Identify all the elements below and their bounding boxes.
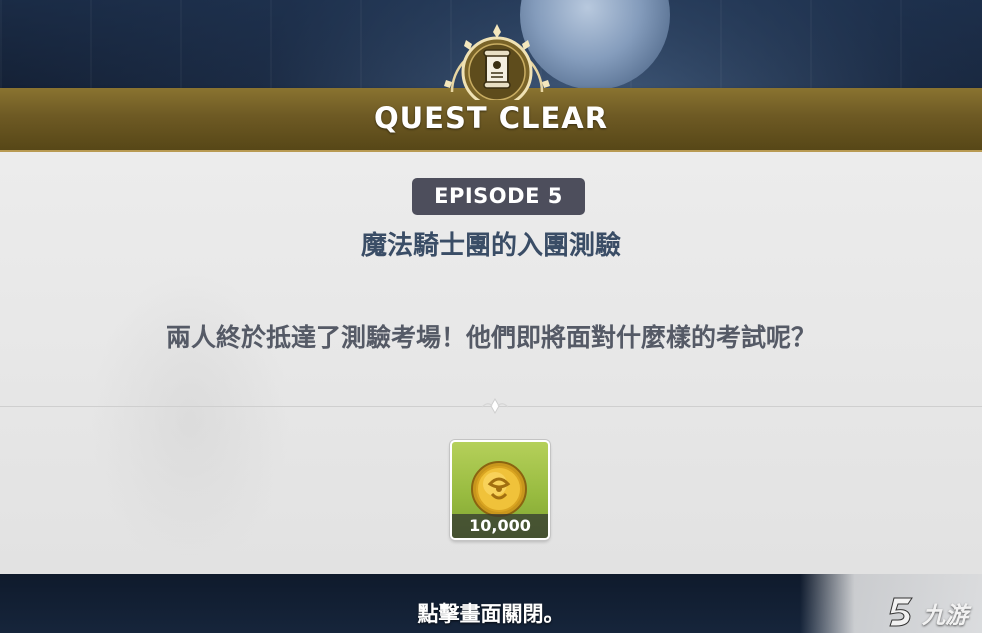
gold-coin-icon <box>471 461 527 517</box>
episode-description: 兩人終於抵達了測驗考場！他們即將面對什麼樣的考試呢？ <box>165 323 816 352</box>
reward-item[interactable]: 10,000 <box>450 440 550 540</box>
watermark-text: 九游 <box>922 603 968 629</box>
panel-background-figure <box>90 270 290 570</box>
reward-amount: 10,000 <box>452 514 548 538</box>
episode-badge: EPISODE 5 <box>412 178 585 215</box>
episode-title: 魔法騎士團的入團測驗 <box>360 231 621 261</box>
banner-title: QUEST CLEAR <box>373 101 609 135</box>
quest-clear-screen[interactable]: QUEST CLEAR EPISODE 5 魔法騎士團的入團測驗 兩人終於抵達了… <box>0 0 982 633</box>
divider-ornament-icon <box>481 397 509 415</box>
quest-scroll-emblem-icon <box>444 24 550 100</box>
